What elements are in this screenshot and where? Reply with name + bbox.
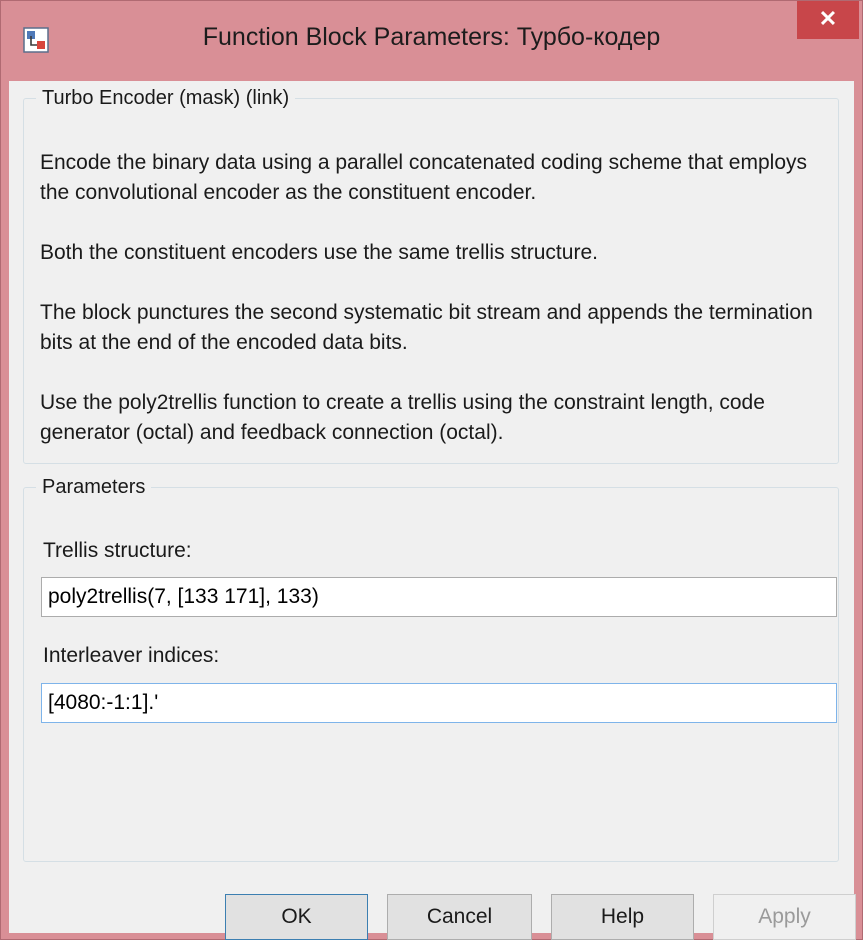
cancel-button[interactable]: Cancel: [387, 894, 532, 940]
title-bar[interactable]: Function Block Parameters: Турбо-кодер ✕: [1, 1, 862, 81]
description-paragraph: Use the poly2trellis function to create …: [40, 391, 765, 444]
block-description: Encode the binary data using a parallel …: [40, 148, 830, 478]
interleaver-indices-label: Interleaver indices:: [43, 644, 220, 667]
help-button[interactable]: Help: [551, 894, 694, 940]
parameters-group: Parameters: [23, 476, 839, 862]
dialog-window: Function Block Parameters: Турбо-кодер ✕…: [0, 0, 863, 940]
apply-button[interactable]: Apply: [713, 894, 856, 940]
dialog-body: Turbo Encoder (mask) (link) Encode the b…: [9, 81, 856, 940]
trellis-structure-label: Trellis structure:: [43, 539, 192, 562]
parameters-group-title: Parameters: [42, 476, 146, 498]
close-button[interactable]: ✕: [797, 1, 859, 39]
description-paragraph: Encode the binary data using a parallel …: [40, 151, 807, 204]
ok-button[interactable]: OK: [225, 894, 368, 940]
close-icon: ✕: [818, 6, 838, 31]
simulink-block-icon[interactable]: [23, 27, 49, 53]
window-title: Function Block Parameters: Турбо-кодер: [202, 23, 661, 51]
description-paragraph: The block punctures the second systemati…: [40, 301, 813, 354]
interleaver-indices-input[interactable]: [41, 683, 837, 723]
description-paragraph: Both the constituent encoders use the sa…: [40, 241, 598, 264]
trellis-structure-input[interactable]: [41, 577, 837, 617]
description-group: Turbo Encoder (mask) (link) Encode the b…: [23, 87, 839, 464]
description-group-title: Turbo Encoder (mask) (link): [42, 87, 290, 109]
